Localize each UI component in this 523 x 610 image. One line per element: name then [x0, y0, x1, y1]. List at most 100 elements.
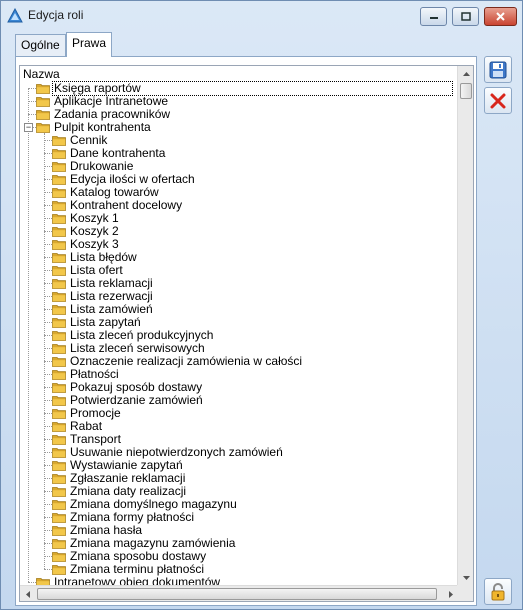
- tree-guide-line: [44, 335, 52, 336]
- role-edit-window: Edycja roli Ogólne Prawa Nazwa Księga ra…: [0, 0, 523, 610]
- scrollbar-corner: [457, 585, 473, 601]
- tree-guide-line: [28, 88, 36, 89]
- tree-guide-line: [44, 569, 52, 570]
- tree-guide-line: [44, 166, 52, 167]
- tree-guide-line: [44, 387, 52, 388]
- tree-guide-line: [44, 322, 52, 323]
- arrow-left-icon: [26, 590, 30, 598]
- folder-icon: [52, 253, 66, 263]
- tree-guide-line: [44, 439, 52, 440]
- folder-icon: [36, 123, 50, 133]
- tree-guide-line: [28, 114, 36, 115]
- scroll-down-button[interactable]: [458, 570, 473, 586]
- tree-guide-line: [44, 556, 52, 557]
- folder-icon: [52, 201, 66, 211]
- folder-icon: [52, 565, 66, 575]
- folder-icon: [36, 110, 50, 120]
- arrow-down-icon: [462, 576, 470, 580]
- tree-guide-line: [44, 205, 52, 206]
- folder-icon: [52, 461, 66, 471]
- folder-icon: [52, 149, 66, 159]
- tree-guide-line: [44, 465, 52, 466]
- horizontal-scrollbar[interactable]: [20, 585, 459, 601]
- minimize-icon: [429, 16, 438, 19]
- scroll-up-button[interactable]: [458, 66, 473, 82]
- tree-guide-line: [44, 309, 52, 310]
- title-bar: Edycja roli: [1, 1, 522, 31]
- tab-general-label: Ogólne: [21, 38, 60, 52]
- folder-icon: [52, 279, 66, 289]
- padlock-icon: [491, 582, 505, 600]
- folder-icon: [52, 240, 66, 250]
- close-icon: [496, 12, 505, 21]
- folder-icon: [52, 266, 66, 276]
- close-button[interactable]: [484, 7, 517, 26]
- cancel-button[interactable]: [484, 87, 512, 114]
- tree-guide-line: [44, 517, 52, 518]
- folder-icon: [52, 357, 66, 367]
- tree-guide-line: [44, 478, 52, 479]
- tree-guide-line: [28, 101, 36, 102]
- folder-icon: [36, 84, 50, 94]
- maximize-button[interactable]: [452, 7, 479, 26]
- tree-guide-line: [44, 361, 52, 362]
- tree-guide-line: [44, 270, 52, 271]
- folder-icon: [52, 344, 66, 354]
- folder-icon: [52, 175, 66, 185]
- folder-icon: [52, 396, 66, 406]
- minimize-button[interactable]: [420, 7, 447, 26]
- tab-general[interactable]: Ogólne: [15, 34, 66, 56]
- folder-icon: [52, 188, 66, 198]
- tree-guide-line: [44, 413, 52, 414]
- folder-icon: [52, 136, 66, 146]
- tree-guide-line: [44, 231, 52, 232]
- tree-guide-line: [28, 88, 29, 582]
- tree-guide-line: [44, 283, 52, 284]
- folder-icon: [52, 162, 66, 172]
- tree-guide-line: [44, 140, 52, 141]
- folder-icon: [52, 500, 66, 510]
- folder-icon: [52, 318, 66, 328]
- tree-guide-line: [44, 374, 52, 375]
- tab-rights[interactable]: Prawa: [66, 32, 112, 57]
- tree-guide-line: [44, 244, 52, 245]
- arrow-up-icon: [462, 72, 470, 76]
- vertical-scrollbar[interactable]: [457, 66, 473, 586]
- scroll-left-button[interactable]: [20, 586, 36, 601]
- tree-guide-line: [44, 543, 52, 544]
- rights-panel: Nazwa Księga raportów Aplikacje Intraneto…: [15, 56, 477, 606]
- tree-guide-line: [44, 179, 52, 180]
- collapse-toggle[interactable]: −: [24, 123, 33, 132]
- folder-icon: [52, 305, 66, 315]
- tree-guide-line: [44, 400, 52, 401]
- folder-icon: [52, 331, 66, 341]
- tree-guide-line: [44, 192, 52, 193]
- folder-icon: [52, 292, 66, 302]
- tree-column-header: Nazwa: [23, 67, 60, 81]
- folder-icon: [36, 97, 50, 107]
- folder-icon: [52, 435, 66, 445]
- window-title: Edycja roli: [28, 8, 84, 22]
- tree-guide-line: [44, 504, 52, 505]
- floppy-disk-icon: [489, 61, 507, 78]
- folder-icon: [52, 383, 66, 393]
- folder-icon: [52, 422, 66, 432]
- maximize-icon: [460, 12, 471, 21]
- save-button[interactable]: [484, 56, 512, 83]
- tree-guide-line: [44, 153, 52, 154]
- vertical-scroll-thumb[interactable]: [460, 83, 472, 99]
- tree-guide-line: [28, 582, 36, 583]
- rights-tree[interactable]: Nazwa Księga raportów Aplikacje Intraneto…: [19, 65, 474, 602]
- folder-icon: [52, 409, 66, 419]
- tree-guide-line: [44, 426, 52, 427]
- folder-icon: [52, 552, 66, 562]
- folder-icon: [52, 370, 66, 380]
- folder-icon: [52, 214, 66, 224]
- lock-button[interactable]: [484, 578, 512, 605]
- folder-icon: [52, 227, 66, 237]
- folder-icon: [52, 513, 66, 523]
- horizontal-scroll-thumb[interactable]: [37, 588, 437, 600]
- folder-icon: [52, 487, 66, 497]
- tree-guide-line: [44, 257, 52, 258]
- tab-rights-label: Prawa: [72, 36, 107, 50]
